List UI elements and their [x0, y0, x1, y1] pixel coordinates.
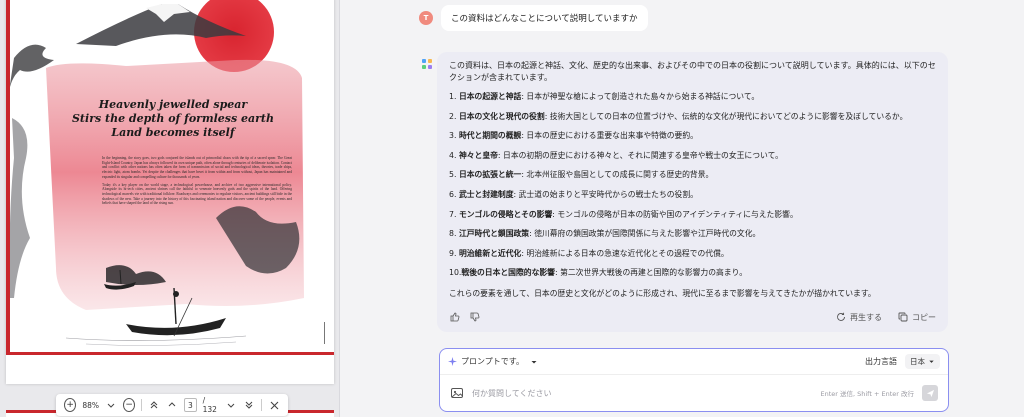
answer-summary: これらの要素を通して、日本の歴史と文化がどのように形成され、現代に至るまで影響を…: [449, 288, 876, 298]
poem-line-3: Land becomes itself: [111, 126, 235, 139]
answer-actions: 再生する コピー: [449, 310, 936, 324]
zoom-in-icon[interactable]: +: [64, 398, 77, 412]
answer-list-item: 6. 武士と封建制度: 武士道の始まりと平安時代からの戦士たちの役割。: [449, 189, 698, 199]
composer-input-row: Enter 送信, Shift + Enter 改行: [440, 375, 948, 411]
sparkle-icon: [448, 357, 457, 366]
toolbar-divider: [141, 399, 143, 411]
zoom-level: 88%: [82, 400, 99, 410]
pdf-page: Heavenly jewelled spear Stirs the depth …: [6, 0, 334, 384]
answer-list-item: 5. 日本の拡張と統一: 北本州征服や島国としての成長に関する歴史的背景。: [449, 170, 714, 180]
thumbs-down-icon[interactable]: [469, 311, 481, 323]
last-page-icon[interactable]: [243, 398, 255, 412]
output-language-value: 日本: [910, 357, 925, 366]
thumbs-up-icon[interactable]: [449, 311, 461, 323]
toolbar-divider: [261, 399, 262, 411]
pdf-body-text: In the beginning, the story goes, two go…: [102, 156, 292, 209]
user-message: T この資料はどんなことについて説明していますか: [419, 5, 648, 31]
pdf-toolbar: + 88% − 3 / 132: [56, 394, 288, 416]
regenerate-label: 再生する: [850, 312, 882, 322]
page-total: / 132: [202, 396, 217, 414]
input-hint: Enter 送信, Shift + Enter 改行: [820, 390, 914, 398]
answer-list-item: 1. 日本の起源と神話: 日本が神聖な槍によって創造された島々から始まる神話につ…: [449, 92, 760, 101]
assistant-answer: この資料は、日本の起源と神話、文化、歴史的な出来事、およびその中での日本の役割に…: [437, 52, 948, 332]
output-language-label: 出力言語: [865, 357, 897, 366]
copy-icon: [898, 312, 908, 322]
output-language-select[interactable]: 日本: [905, 354, 940, 369]
chat-input[interactable]: [472, 388, 821, 398]
page-border-left: [6, 0, 10, 354]
poem-line-1: Heavenly jewelled spear: [98, 98, 248, 111]
composer-toolbar: プロンプトです。 出力言語 日本: [440, 349, 948, 375]
zoom-dropdown-icon[interactable]: [105, 398, 117, 412]
answer-list-item: 8. 江戸時代と鎖国政策: 徳川幕府の鎖国政策が国際関係に与えた影響や江戸時代の…: [449, 229, 761, 239]
answer-list-item: 2. 日本の文化と現代の役割: 技術大国としての日本の位置づけや、伝統的な文化が…: [449, 111, 908, 121]
answer-list-item: 3. 時代と期間の概観: 日本の歴史における重要な出来事や特徴の要約。: [449, 131, 698, 141]
answer-list-item: 9. 明治維新と近代化: 明治維新による日本の急速な近代化とその過程での代償。: [449, 248, 729, 258]
prompt-selector[interactable]: プロンプトです。: [461, 356, 524, 367]
pdf-poem: Heavenly jewelled spear Stirs the depth …: [68, 98, 278, 140]
answer-list-item: 10.戦後の日本と国際的な影響: 第二次世界大戦後の再建と国際的な影響力の高まり…: [449, 268, 748, 278]
chat-panel: T この資料はどんなことについて説明していますか この資料は、日本の起源と神話、…: [345, 0, 1024, 417]
pdf-viewer: Heavenly jewelled spear Stirs the depth …: [0, 0, 340, 417]
pdf-paragraph-1: In the beginning, the story goes, two go…: [102, 156, 292, 179]
image-upload-icon[interactable]: [450, 386, 464, 400]
zoom-out-icon[interactable]: −: [123, 398, 136, 412]
close-icon[interactable]: [268, 398, 280, 412]
chat-composer: プロンプトです。 出力言語 日本 Enter 送信, Shift + Enter…: [439, 348, 949, 412]
assistant-logo-icon: [422, 59, 432, 69]
refresh-icon: [837, 312, 845, 321]
caret-down-icon[interactable]: [530, 358, 538, 366]
send-icon: [926, 389, 934, 397]
regenerate-button[interactable]: 再生する: [836, 312, 882, 323]
send-button[interactable]: [922, 385, 938, 401]
prev-page-icon[interactable]: [166, 398, 178, 412]
page-number-input[interactable]: 3: [184, 398, 197, 412]
first-page-icon[interactable]: [148, 398, 160, 412]
answer-list-item: 7. モンゴルの侵略とその影響: モンゴルの侵略が日本の防衛や国のアイデンティテ…: [449, 209, 798, 219]
copy-button[interactable]: コピー: [898, 312, 936, 323]
caret-down-icon: [929, 360, 934, 363]
pdf-paragraph-2: Today it's a key player on the world sta…: [102, 182, 292, 206]
answer-intro: この資料は、日本の起源と神話、文化、歴史的な出来事、およびその中での日本の役割に…: [449, 61, 936, 82]
next-page-icon[interactable]: [225, 398, 237, 412]
answer-list: 1. 日本の起源と神話: 日本が神聖な槍によって創造された島々から始まる神話につ…: [449, 91, 936, 287]
copy-label: コピー: [912, 312, 936, 322]
page-border-bottom: [6, 352, 334, 355]
user-avatar: T: [419, 11, 433, 25]
answer-list-item: 4. 神々と皇帝: 日本の初期の歴史における神々と、それに関連する皇帝や戦士の女…: [449, 150, 783, 160]
user-question: この資料はどんなことについて説明していますか: [441, 5, 648, 31]
poem-line-2: Stirs the depth of formless earth: [71, 112, 274, 125]
